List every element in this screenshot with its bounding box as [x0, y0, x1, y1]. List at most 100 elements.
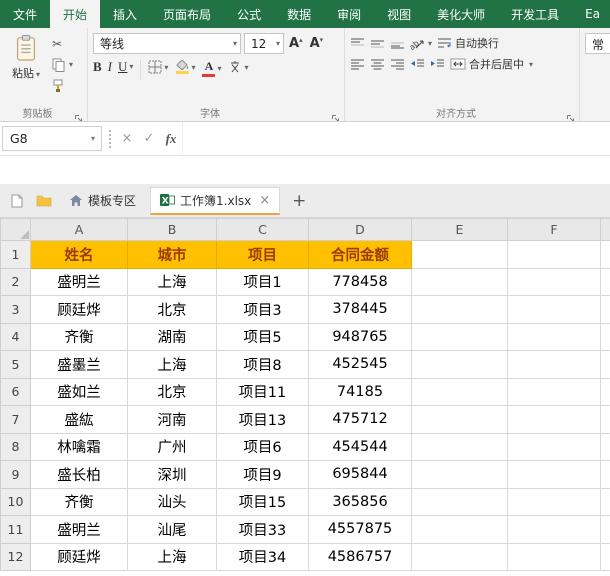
- italic-button[interactable]: I: [108, 60, 112, 73]
- orientation-button[interactable]: ab ▾: [410, 37, 432, 50]
- confirm-entry-button[interactable]: ✓: [138, 131, 160, 146]
- cell-A2[interactable]: 盛明兰: [31, 268, 128, 296]
- cell-B1[interactable]: 城市: [128, 241, 217, 269]
- align-right-button[interactable]: [390, 58, 405, 70]
- cell-D11[interactable]: 4557875: [309, 516, 412, 544]
- cell-A1[interactable]: 姓名: [31, 241, 128, 269]
- font-size-combo[interactable]: 12▾: [244, 33, 284, 54]
- ribbon-tab-home[interactable]: 开始: [50, 0, 100, 28]
- cell-D6[interactable]: 74185: [309, 378, 412, 406]
- cell-A7[interactable]: 盛紘: [31, 406, 128, 434]
- cancel-entry-button[interactable]: ×: [116, 131, 138, 146]
- cell-A10[interactable]: 齐衡: [31, 488, 128, 516]
- cell-D3[interactable]: 378445: [309, 296, 412, 324]
- cell-D1[interactable]: 合同金额: [309, 241, 412, 269]
- cell-A6[interactable]: 盛如兰: [31, 378, 128, 406]
- cell-C6[interactable]: 项目11: [217, 378, 309, 406]
- cell-D8[interactable]: 454544: [309, 433, 412, 461]
- cell-C4[interactable]: 项目5: [217, 323, 309, 351]
- font-dialog-launcher[interactable]: [331, 108, 342, 119]
- cell-E3[interactable]: [412, 296, 508, 324]
- align-bottom-button[interactable]: [390, 37, 405, 49]
- cell-A5[interactable]: 盛墨兰: [31, 351, 128, 379]
- shrink-font-button[interactable]: A▾: [308, 36, 326, 51]
- cell-D12[interactable]: 4586757: [309, 543, 412, 571]
- ribbon-tab-insert[interactable]: 插入: [100, 0, 150, 28]
- phonetic-guide-button[interactable]: ▾: [228, 60, 248, 74]
- cell-B9[interactable]: 深圳: [128, 461, 217, 489]
- cell-B12[interactable]: 上海: [128, 543, 217, 571]
- cell-E2[interactable]: [412, 268, 508, 296]
- cell-C10[interactable]: 项目15: [217, 488, 309, 516]
- cell-A3[interactable]: 顾廷烨: [31, 296, 128, 324]
- cell-D10[interactable]: 365856: [309, 488, 412, 516]
- row-header-8[interactable]: 8: [1, 433, 31, 461]
- cell-C3[interactable]: 项目3: [217, 296, 309, 324]
- row-header-9[interactable]: 9: [1, 461, 31, 489]
- new-document-button[interactable]: [6, 189, 28, 213]
- open-folder-button[interactable]: [33, 189, 55, 213]
- cell-F4[interactable]: [508, 323, 601, 351]
- formula-input[interactable]: [182, 122, 610, 155]
- cell-F12[interactable]: [508, 543, 601, 571]
- font-color-button[interactable]: A ▾: [202, 60, 221, 77]
- cell-A8[interactable]: 林噙霜: [31, 433, 128, 461]
- column-header-B[interactable]: B: [128, 219, 217, 241]
- copy-button[interactable]: ▾: [52, 56, 73, 73]
- ribbon-tab-ea-partial[interactable]: Ea: [572, 0, 610, 28]
- cell-A12[interactable]: 顾廷烨: [31, 543, 128, 571]
- cell-B6[interactable]: 北京: [128, 378, 217, 406]
- select-all-corner[interactable]: [1, 219, 31, 241]
- cell-C11[interactable]: 项目33: [217, 516, 309, 544]
- number-format-combo[interactable]: 常: [585, 33, 610, 54]
- tab-template-zone[interactable]: 模板专区: [60, 187, 145, 215]
- align-center-button[interactable]: [370, 58, 385, 70]
- format-painter-button[interactable]: [52, 77, 73, 94]
- increase-indent-button[interactable]: [430, 58, 445, 70]
- row-header-6[interactable]: 6: [1, 378, 31, 406]
- align-top-button[interactable]: [350, 37, 365, 49]
- cell-E11[interactable]: [412, 516, 508, 544]
- cell-C5[interactable]: 项目8: [217, 351, 309, 379]
- formula-bar-grip[interactable]: [102, 130, 111, 148]
- ribbon-tab-review[interactable]: 审阅: [324, 0, 374, 28]
- insert-function-button[interactable]: fx: [160, 131, 182, 147]
- name-box-dropdown-icon[interactable]: ▾: [85, 134, 101, 143]
- ribbon-tab-developer[interactable]: 开发工具: [498, 0, 572, 28]
- tab-workbook1[interactable]: X 工作簿1.xlsx ×: [150, 187, 280, 215]
- column-header-A[interactable]: A: [31, 219, 128, 241]
- row-header-3[interactable]: 3: [1, 296, 31, 324]
- grow-font-button[interactable]: A▴: [287, 36, 305, 51]
- ribbon-tab-data[interactable]: 数据: [274, 0, 324, 28]
- cell-B5[interactable]: 上海: [128, 351, 217, 379]
- cell-C2[interactable]: 项目1: [217, 268, 309, 296]
- cell-F10[interactable]: [508, 488, 601, 516]
- cell-C12[interactable]: 项目34: [217, 543, 309, 571]
- cell-E8[interactable]: [412, 433, 508, 461]
- cell-B11[interactable]: 汕尾: [128, 516, 217, 544]
- row-header-2[interactable]: 2: [1, 268, 31, 296]
- cut-button[interactable]: ✂: [52, 35, 73, 52]
- column-header-C[interactable]: C: [217, 219, 309, 241]
- column-header-E[interactable]: E: [412, 219, 508, 241]
- column-header-F[interactable]: F: [508, 219, 601, 241]
- cell-F11[interactable]: [508, 516, 601, 544]
- close-tab-icon[interactable]: ×: [259, 193, 270, 208]
- align-middle-button[interactable]: [370, 37, 385, 49]
- cell-C8[interactable]: 项目6: [217, 433, 309, 461]
- decrease-indent-button[interactable]: [410, 58, 425, 70]
- cell-C1[interactable]: 项目: [217, 241, 309, 269]
- ribbon-tab-beautify-master[interactable]: 美化大师: [424, 0, 498, 28]
- cell-A4[interactable]: 齐衡: [31, 323, 128, 351]
- row-header-4[interactable]: 4: [1, 323, 31, 351]
- font-name-combo[interactable]: 等线▾: [93, 33, 241, 54]
- cell-B10[interactable]: 汕头: [128, 488, 217, 516]
- cell-E10[interactable]: [412, 488, 508, 516]
- borders-button[interactable]: ▾: [148, 60, 168, 74]
- cell-D9[interactable]: 695844: [309, 461, 412, 489]
- cell-E7[interactable]: [412, 406, 508, 434]
- row-header-7[interactable]: 7: [1, 406, 31, 434]
- row-header-11[interactable]: 11: [1, 516, 31, 544]
- cell-B2[interactable]: 上海: [128, 268, 217, 296]
- cell-F8[interactable]: [508, 433, 601, 461]
